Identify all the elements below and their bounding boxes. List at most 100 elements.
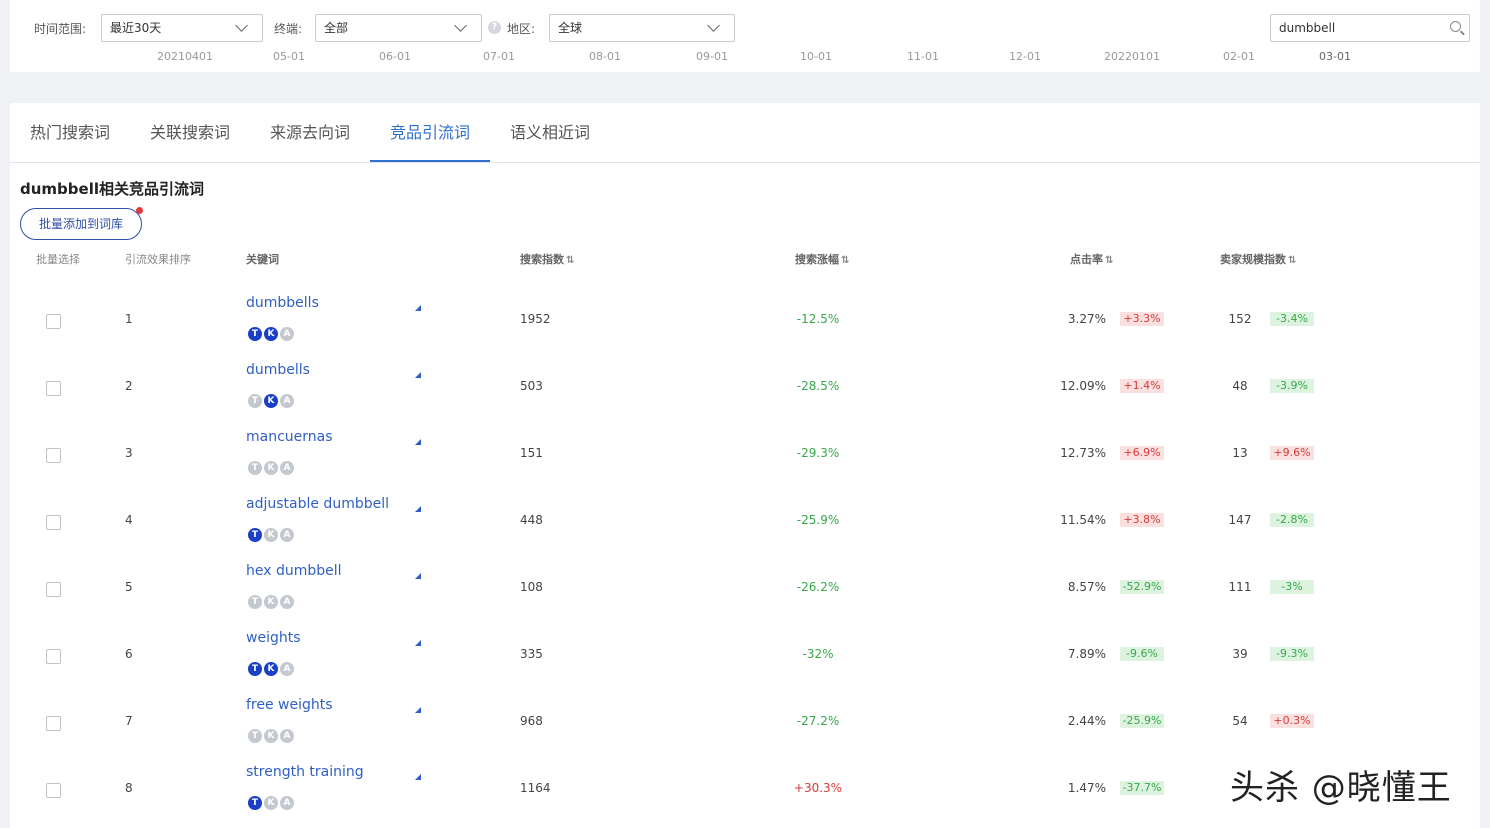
row-checkbox[interactable] xyxy=(46,649,61,664)
date-tick: 07-01 xyxy=(483,50,515,63)
ctr-change-chip: -25.9% xyxy=(1120,714,1164,728)
badge-a-icon: A xyxy=(280,662,294,676)
date-tick: 09-01 xyxy=(696,50,728,63)
row-checkbox[interactable] xyxy=(46,515,61,530)
keyword-link[interactable]: hex dumbbell xyxy=(246,563,342,579)
seller-change-chip: -3.9% xyxy=(1270,379,1314,393)
keyword-link[interactable]: free weights xyxy=(246,697,333,713)
badge-a-icon: A xyxy=(280,595,294,609)
search-growth-value: -26.2% xyxy=(796,580,840,594)
keyword-link[interactable]: dumbells xyxy=(246,362,310,378)
search-input[interactable]: dumbbell xyxy=(1270,14,1470,42)
tab-3[interactable]: 竞品引流词 xyxy=(390,123,470,163)
device-value: 全部 xyxy=(324,21,349,35)
keyword-badges: TKA xyxy=(248,723,296,743)
keyword-badges: TKA xyxy=(248,656,296,676)
chevron-down-icon xyxy=(235,19,248,32)
row-checkbox[interactable] xyxy=(46,314,61,329)
col-rank: 引流效果排序 xyxy=(125,253,191,266)
region-select[interactable]: 全球 xyxy=(549,14,735,42)
seller-index-value: 39 xyxy=(1232,647,1248,661)
bulk-add-button[interactable]: 批量添加到词库 xyxy=(20,207,143,240)
row-checkbox[interactable] xyxy=(46,783,61,798)
keyword-badges: TKA xyxy=(248,790,296,810)
rank-number: 3 xyxy=(125,446,133,460)
search-icon[interactable] xyxy=(1450,21,1461,32)
time-range-value: 最近30天 xyxy=(110,21,162,35)
col-search-growth[interactable]: 搜索涨幅 ⇅ xyxy=(795,251,849,267)
search-value: dumbbell xyxy=(1279,21,1336,35)
col-ctr-label: 点击率 xyxy=(1070,253,1103,266)
ctr-value: 11.54% xyxy=(1060,513,1106,527)
keyword-link[interactable]: strength training xyxy=(246,764,364,780)
table-row: 6 weights T K A 335 -32% 7.89% -9.6% 39 -9.3% xyxy=(10,625,1480,692)
time-range-select[interactable]: 最近30天 xyxy=(101,14,263,42)
date-tick: 20210401 xyxy=(157,50,213,63)
device-select[interactable]: 全部 xyxy=(315,14,482,42)
ctr-change-chip: -37.7% xyxy=(1120,781,1164,795)
sort-icon[interactable]: ⇅ xyxy=(841,255,849,266)
date-tick: 10-01 xyxy=(800,50,832,63)
row-checkbox[interactable] xyxy=(46,381,61,396)
keyword-link[interactable]: mancuernas xyxy=(246,429,333,445)
bulk-add-label: 批量添加到词库 xyxy=(38,217,123,231)
seller-change-chip: -3.4% xyxy=(1270,312,1314,326)
seller-index-value: 54 xyxy=(1232,714,1248,728)
trend-expand-icon[interactable] xyxy=(415,707,421,713)
row-checkbox[interactable] xyxy=(46,716,61,731)
sort-icon[interactable]: ⇅ xyxy=(1288,255,1296,266)
notification-dot xyxy=(136,207,143,214)
chevron-down-icon xyxy=(707,19,720,32)
tab-2[interactable]: 来源去向词 xyxy=(270,123,350,163)
trend-expand-icon[interactable] xyxy=(415,439,421,445)
trend-expand-icon[interactable] xyxy=(415,506,421,512)
seller-index-value: 152 xyxy=(1228,312,1252,326)
col-seller-index[interactable]: 卖家规模指数 ⇅ xyxy=(1220,251,1296,267)
table-row: 4 adjustable dumbbell T K A 448 -25.9% 11.54% +3… xyxy=(10,491,1480,558)
trend-expand-icon[interactable] xyxy=(415,305,421,311)
tab-0[interactable]: 热门搜索词 xyxy=(30,123,110,163)
help-icon[interactable]: ? xyxy=(488,21,501,34)
keyword-link[interactable]: adjustable dumbbell xyxy=(246,496,389,512)
badge-t-icon: T xyxy=(248,461,262,475)
table-row: 2 dumbells T K A 503 -28.5% 12.09% +1.4% 48 -3.9% xyxy=(10,357,1480,424)
seller-change-chip: +9.6% xyxy=(1270,446,1314,460)
sort-icon[interactable]: ⇅ xyxy=(566,255,574,266)
table-row: 7 free weights T K A 968 -27.2% 2.44% -25.9% 54 +0… xyxy=(10,692,1480,759)
date-tick: 02-01 xyxy=(1223,50,1255,63)
col-search-growth-label: 搜索涨幅 xyxy=(795,253,839,266)
search-index-value: 335 xyxy=(520,647,543,661)
seller-change-chip: +0.3% xyxy=(1270,714,1314,728)
row-checkbox[interactable] xyxy=(46,582,61,597)
ctr-change-chip: -9.6% xyxy=(1120,647,1164,661)
filter-bar: 时间范围: 最近30天 终端: 全部 ? 地区: 全球 dumbbell 202… xyxy=(10,0,1480,72)
keyword-link[interactable]: dumbbells xyxy=(246,295,319,311)
date-tick: 06-01 xyxy=(379,50,411,63)
badge-k-icon: K xyxy=(264,327,278,341)
col-ctr[interactable]: 点击率 ⇅ xyxy=(1070,251,1113,267)
keyword-badges: TKA xyxy=(248,589,296,609)
search-index-value: 448 xyxy=(520,513,543,527)
tab-4[interactable]: 语义相近词 xyxy=(510,123,590,163)
trend-expand-icon[interactable] xyxy=(415,774,421,780)
tab-1[interactable]: 关联搜索词 xyxy=(150,123,230,163)
search-index-value: 503 xyxy=(520,379,543,393)
badge-t-icon: T xyxy=(248,595,262,609)
badge-a-icon: A xyxy=(280,327,294,341)
ctr-value: 12.73% xyxy=(1060,446,1106,460)
trend-expand-icon[interactable] xyxy=(415,640,421,646)
keyword-link[interactable]: weights xyxy=(246,630,301,646)
trend-expand-icon[interactable] xyxy=(415,372,421,378)
ctr-change-chip: +1.4% xyxy=(1120,379,1164,393)
col-search-index[interactable]: 搜索指数 ⇅ xyxy=(520,251,574,267)
rank-number: 2 xyxy=(125,379,133,393)
row-checkbox[interactable] xyxy=(46,448,61,463)
trend-expand-icon[interactable] xyxy=(415,573,421,579)
ctr-change-chip: +3.8% xyxy=(1120,513,1164,527)
device-label: 终端: xyxy=(274,22,303,36)
sort-icon[interactable]: ⇅ xyxy=(1105,255,1113,266)
watermark: 头杀 @晓懂王 xyxy=(1230,768,1452,808)
badge-a-icon: A xyxy=(280,528,294,542)
table-row: 3 mancuernas T K A 151 -29.3% 12.73% +6.9% 13 +9.6… xyxy=(10,424,1480,491)
rank-number: 1 xyxy=(125,312,133,326)
